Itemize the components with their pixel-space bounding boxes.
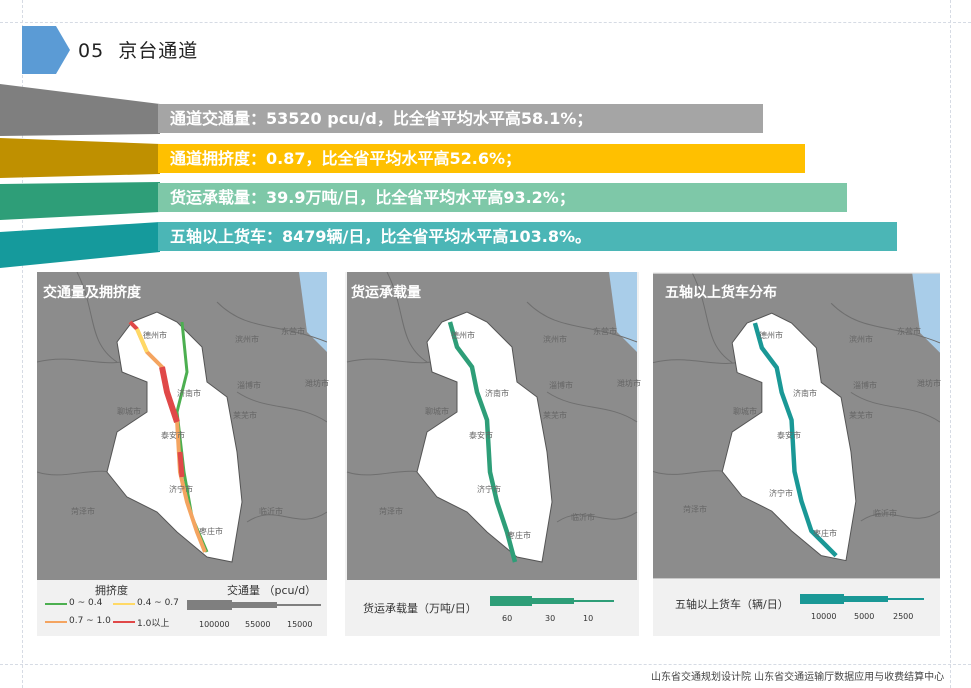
title-arrow-icon	[22, 26, 70, 74]
panel-title-cargo: 货运承载量	[351, 285, 421, 301]
section-title: 京台通道	[118, 40, 199, 62]
label-linyi: 临沂市	[571, 513, 595, 522]
label-linyi: 临沂市	[259, 507, 283, 516]
volume-tick-1: 100000	[199, 620, 230, 629]
stat-bar-congestion: 通道拥挤度：0.87，比全省平均水平高52.6%；	[158, 144, 805, 173]
label-zibo: 淄博市	[853, 381, 877, 390]
label-weifang: 潍坊市	[917, 379, 941, 388]
map-traffic	[37, 272, 327, 580]
label-laiwu: 莱芜市	[849, 411, 873, 420]
label-jining: 济宁市	[769, 489, 793, 498]
legend-item-high: 0.7 ~ 1.0	[69, 616, 111, 626]
label-weifang: 潍坊市	[617, 379, 641, 388]
legend-congestion-title: 拥挤度	[95, 584, 128, 597]
label-jinan: 济南市	[177, 389, 201, 398]
label-heze: 菏泽市	[379, 507, 403, 516]
truck-tick-2: 5000	[854, 612, 875, 621]
page-title: 05 京台通道	[78, 36, 198, 63]
label-dongying: 东营市	[281, 327, 305, 336]
section-number: 05	[78, 40, 105, 62]
label-dongying: 东营市	[897, 327, 921, 336]
bar-taper-4	[0, 222, 160, 268]
cargo-tick-2: 30	[545, 614, 556, 623]
stat-bar-cargo: 货运承载量：39.9万吨/日，比全省平均水平高93.2%；	[158, 183, 847, 212]
bar-taper-2	[0, 138, 160, 178]
stat-bar-traffic: 通道交通量：53520 pcu/d，比全省平均水平高58.1%；	[158, 104, 763, 133]
label-dezhou: 德州市	[759, 331, 783, 340]
label-zibo: 淄博市	[549, 381, 573, 390]
legend-cargo-bar	[490, 596, 614, 606]
label-taian: 泰安市	[469, 431, 493, 440]
legend-swatch-high	[45, 621, 67, 623]
panel-traffic: 交通量及拥挤度 德州市 滨州市 东营市 聊城市 济南市 淄博市 潍坊市 泰安市 …	[37, 272, 329, 636]
map-trucks	[653, 273, 940, 579]
label-heze: 菏泽市	[71, 507, 95, 516]
volume-tick-3: 15000	[287, 620, 313, 629]
cargo-tick-3: 10	[583, 614, 594, 623]
panel-cargo: 货运承载量 德州市 滨州市 东营市 聊城市 济南市 淄博市 潍坊市 泰安市 莱芜…	[345, 272, 641, 636]
panel-trucks: 五轴以上货车分布 德州市 滨州市 东营市 聊城市 济南市 淄博市 潍坊市 泰安市…	[653, 272, 941, 636]
label-dezhou: 德州市	[451, 331, 475, 340]
label-zaozhuang: 枣庄市	[507, 531, 531, 540]
label-linyi: 临沂市	[873, 509, 897, 518]
stat-bar-trucks: 五轴以上货车：8479辆/日，比全省平均水平高103.8%。	[158, 222, 897, 251]
label-jinan: 济南市	[793, 389, 817, 398]
legend-cargo-title: 货运承载量（万吨/日）	[363, 602, 477, 615]
label-dezhou: 德州市	[143, 331, 167, 340]
label-binzhou: 滨州市	[235, 335, 259, 344]
label-dongying: 东营市	[593, 327, 617, 336]
label-laiwu: 莱芜市	[233, 411, 257, 420]
label-jining: 济宁市	[477, 485, 501, 494]
label-binzhou: 滨州市	[849, 335, 873, 344]
label-laiwu: 莱芜市	[543, 411, 567, 420]
map-cargo	[346, 272, 638, 580]
legend-item-severe: 1.0以上	[137, 619, 170, 629]
legend-swatch-mid	[113, 603, 135, 605]
label-zaozhuang: 枣庄市	[199, 527, 223, 536]
guide-right	[950, 0, 951, 688]
legend-swatch-severe	[113, 621, 135, 623]
label-liaocheng: 聊城市	[733, 407, 757, 416]
legend-item-mid: 0.4 ~ 0.7	[137, 598, 179, 608]
label-jinan: 济南市	[485, 389, 509, 398]
label-zaozhuang: 枣庄市	[813, 529, 837, 538]
panel-title-trucks: 五轴以上货车分布	[665, 285, 777, 301]
guide-top	[0, 22, 971, 23]
bar-taper-1	[0, 84, 160, 136]
guide-bottom	[0, 664, 971, 665]
legend-volume-bar	[187, 600, 321, 610]
truck-tick-1: 10000	[811, 612, 837, 621]
label-binzhou: 滨州市	[543, 335, 567, 344]
label-zibo: 淄博市	[237, 381, 261, 390]
cargo-tick-1: 60	[502, 614, 513, 623]
label-liaocheng: 聊城市	[117, 407, 141, 416]
label-jining: 济宁市	[169, 485, 193, 494]
label-liaocheng: 聊城市	[425, 407, 449, 416]
footer-text: 山东省交通规划设计院 山东省交通运输厅数据应用与收费结算中心	[651, 672, 945, 683]
label-taian: 泰安市	[161, 431, 185, 440]
label-taian: 泰安市	[777, 431, 801, 440]
bar-taper-3	[0, 182, 160, 220]
label-heze: 菏泽市	[683, 505, 707, 514]
legend-swatch-low	[45, 603, 67, 605]
legend-trucks-bar	[800, 594, 924, 604]
label-weifang: 潍坊市	[305, 379, 329, 388]
legend-volume-title: 交通量 （pcu/d）	[227, 584, 317, 597]
legend-trucks-title: 五轴以上货车（辆/日）	[675, 598, 789, 611]
legend-item-low: 0 ~ 0.4	[69, 598, 103, 608]
truck-tick-3: 2500	[893, 612, 914, 621]
panel-title-traffic: 交通量及拥挤度	[43, 285, 141, 301]
volume-tick-2: 55000	[245, 620, 271, 629]
